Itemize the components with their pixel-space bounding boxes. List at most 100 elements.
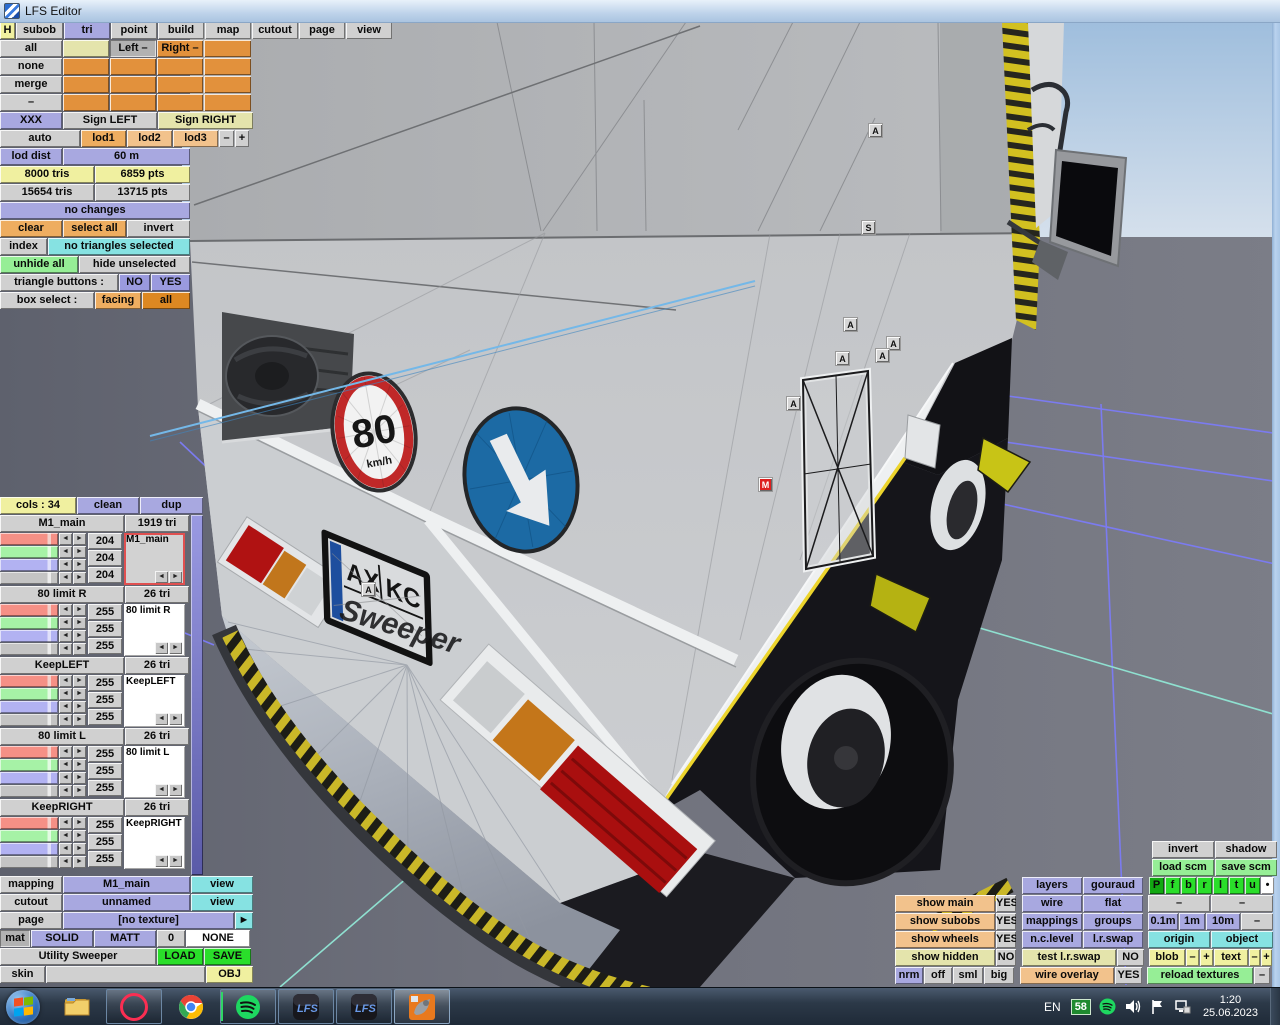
mapping-button[interactable]: cutout (0, 894, 62, 911)
toolbar-button[interactable]: subob (16, 22, 63, 39)
option-button[interactable]: NO (1117, 949, 1144, 966)
option-button[interactable]: invert (1152, 841, 1214, 858)
color-name-button[interactable]: KeepLEFT (0, 657, 124, 674)
toolbar-button[interactable]: 15654 tris (0, 184, 94, 201)
option-button[interactable]: nrm (895, 967, 923, 984)
taskbar-item-opera[interactable] (106, 989, 162, 1024)
option-button[interactable]: flat (1083, 895, 1143, 912)
option-button[interactable]: wire (1022, 895, 1082, 912)
mapping-button[interactable]: mat (0, 930, 30, 947)
option-button[interactable]: n.c.level (1022, 931, 1082, 948)
color-swatch[interactable]: 80 limit R ◄ ► (124, 604, 185, 656)
color-swatch[interactable]: KeepLEFT ◄ ► (124, 675, 185, 727)
option-button[interactable]: object (1211, 931, 1273, 948)
step-right-icon[interactable]: ► (73, 856, 86, 868)
step-left-icon[interactable]: ◄ (59, 630, 72, 642)
toolbar-button[interactable]: invert (127, 220, 190, 237)
blue-slider[interactable] (0, 559, 58, 571)
toolbar-button[interactable]: all (142, 292, 190, 309)
toolbar-button[interactable]: lod1 (81, 130, 126, 147)
step-right-icon[interactable]: ► (73, 617, 86, 629)
toolbar-button[interactable]: cutout (252, 22, 298, 39)
step-left-icon[interactable]: ◄ (59, 701, 72, 713)
red-slider[interactable] (0, 533, 58, 545)
step-right-icon[interactable]: ► (73, 559, 86, 571)
mapping-button[interactable]: mapping (0, 876, 62, 893)
option-button[interactable] (1015, 967, 1019, 984)
toolbar-button[interactable]: view (346, 22, 392, 39)
channel-value[interactable]: 255 (88, 604, 122, 620)
toolbar-button[interactable] (157, 94, 203, 111)
step-right-icon[interactable]: ► (73, 772, 86, 784)
swatch-right-icon[interactable]: ► (169, 571, 182, 583)
option-button[interactable]: YES (996, 931, 1016, 948)
red-slider[interactable] (0, 817, 58, 829)
toolbar-button[interactable]: 13715 pts (95, 184, 190, 201)
toolbar-button[interactable] (63, 94, 109, 111)
language-indicator[interactable]: EN (1044, 1000, 1061, 1014)
mapping-button[interactable]: view (191, 894, 253, 911)
channel-value[interactable]: 255 (88, 834, 122, 850)
alpha-slider[interactable] (0, 714, 58, 726)
toolbar-button[interactable]: point (111, 22, 157, 39)
alpha-slider[interactable] (0, 856, 58, 868)
toolbar-button[interactable]: all (0, 40, 62, 57)
option-button[interactable] (1017, 913, 1021, 930)
channel-value[interactable]: 255 (88, 817, 122, 833)
green-slider[interactable] (0, 830, 58, 842)
mapping-button[interactable]: [no texture] (63, 912, 234, 929)
toolbar-button[interactable]: select all (63, 220, 126, 237)
step-left-icon[interactable]: ◄ (59, 830, 72, 842)
green-slider[interactable] (0, 546, 58, 558)
toolbar-button[interactable]: index (0, 238, 47, 255)
channel-value[interactable]: 255 (88, 780, 122, 796)
toolbar-button[interactable]: merge (0, 76, 62, 93)
option-button[interactable]: sml (953, 967, 983, 984)
step-right-icon[interactable]: ► (73, 701, 86, 713)
color-name-button[interactable]: 80 limit R (0, 586, 124, 603)
toolbar-button[interactable] (63, 58, 109, 75)
option-button[interactable]: shadow (1215, 841, 1277, 858)
option-button[interactable]: text (1214, 949, 1248, 966)
option-button[interactable]: – (1254, 967, 1270, 984)
alpha-slider[interactable] (0, 785, 58, 797)
option-button[interactable]: b (1181, 877, 1196, 894)
option-button[interactable]: gouraud (1083, 877, 1143, 894)
option-button[interactable]: l (1213, 877, 1228, 894)
option-button[interactable]: u (1245, 877, 1260, 894)
mapping-button[interactable]: M1_main (63, 876, 190, 893)
toolbar-button[interactable] (204, 58, 251, 75)
show-desktop-button[interactable] (1270, 988, 1280, 1025)
toolbar-button[interactable]: NO (119, 274, 150, 291)
channel-value[interactable]: 255 (88, 746, 122, 762)
step-left-icon[interactable]: ◄ (59, 572, 72, 584)
option-button[interactable]: 0.1m (1148, 913, 1178, 930)
step-right-icon[interactable]: ► (73, 785, 86, 797)
option-button[interactable]: origin (1148, 931, 1210, 948)
step-right-icon[interactable]: ► (73, 843, 86, 855)
start-button[interactable] (6, 989, 40, 1024)
mapping-button[interactable]: LOAD (157, 948, 203, 965)
step-right-icon[interactable]: ► (73, 759, 86, 771)
channel-value[interactable]: 255 (88, 638, 122, 654)
mapping-button[interactable]: Utility Sweeper (0, 948, 156, 965)
mapping-button[interactable]: SAVE (204, 948, 251, 965)
blue-slider[interactable] (0, 843, 58, 855)
tray-badge[interactable]: 58 (1070, 998, 1091, 1015)
option-button[interactable]: save scm (1215, 859, 1277, 876)
toolbar-button[interactable] (110, 94, 156, 111)
option-button[interactable]: – (1249, 949, 1260, 966)
option-button[interactable] (1144, 895, 1147, 912)
channel-value[interactable]: 204 (88, 533, 122, 549)
colors-header-button[interactable]: clean (77, 497, 139, 514)
toolbar-button[interactable] (204, 76, 251, 93)
toolbar-button[interactable]: Sign RIGHT (158, 112, 253, 129)
toolbar-button[interactable]: box select : (0, 292, 94, 309)
toolbar-button[interactable]: 60 m (63, 148, 190, 165)
step-left-icon[interactable]: ◄ (59, 559, 72, 571)
option-button[interactable] (1143, 967, 1146, 984)
blue-slider[interactable] (0, 772, 58, 784)
mapping-button[interactable]: skin (0, 966, 45, 983)
option-button[interactable]: – (1148, 895, 1210, 912)
network-icon[interactable] (1174, 998, 1191, 1015)
